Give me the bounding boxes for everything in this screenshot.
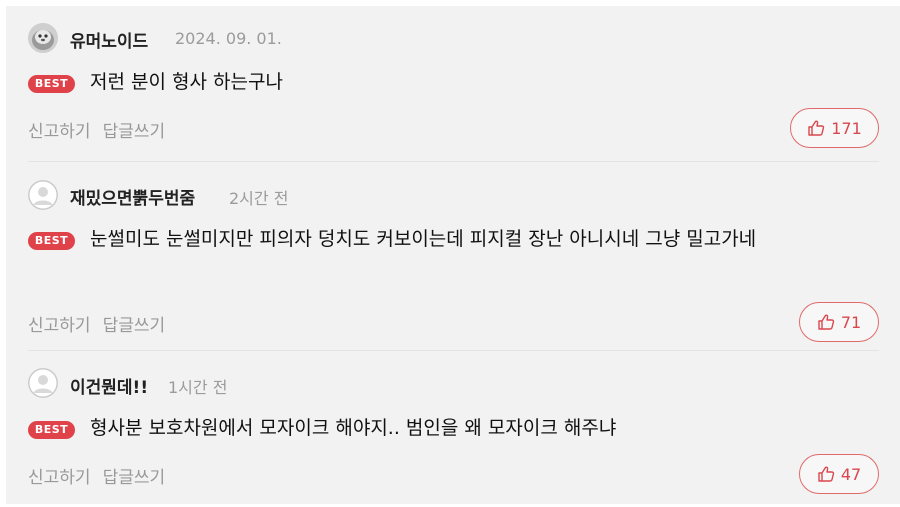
divider (28, 350, 879, 351)
comment-item: 이건뭔데!! 1시간 전 BEST 형사분 보호차원에서 모자이크 해야지.. … (6, 352, 900, 504)
divider (28, 161, 879, 162)
comment-actions: 신고하기 답글쓰기 (28, 463, 165, 488)
comment-item: 재밌으면뿕두번줌 2시간 전 BEST 눈썰미도 눈썰미지만 피의자 덩치도 커… (6, 164, 900, 352)
report-link[interactable]: 신고하기 (28, 316, 91, 336)
seal-photo-avatar-icon (28, 23, 58, 53)
reply-link[interactable]: 답글쓰기 (103, 468, 166, 488)
comment-item: 유머노이드 2024. 09. 01. BEST 저런 분이 형사 하는구나 신… (6, 6, 900, 164)
best-badge: BEST (28, 421, 75, 439)
comment-date: 2시간 전 (229, 189, 289, 208)
like-count: 47 (840, 464, 862, 484)
avatar[interactable] (28, 180, 58, 210)
report-link[interactable]: 신고하기 (28, 122, 91, 142)
comment-date: 2024. 09. 01. (175, 29, 282, 48)
comment-text: 형사분 보호차원에서 모자이크 해야지.. 범인을 왜 모자이크 해주냐 (90, 417, 617, 439)
avatar[interactable] (28, 368, 58, 398)
comment-nickname[interactable]: 재밌으면뿕두번줌 (70, 184, 195, 209)
comment-nickname[interactable]: 유머노이드 (70, 27, 148, 52)
comment-nickname[interactable]: 이건뭔데!! (70, 373, 148, 398)
comment-text: 저런 분이 형사 하는구나 (90, 71, 283, 93)
reply-link[interactable]: 답글쓰기 (103, 316, 166, 336)
like-button[interactable]: 171 (790, 108, 879, 148)
like-count: 71 (840, 312, 862, 332)
comment-text: 눈썰미도 눈썰미지만 피의자 덩치도 커보이는데 피지컬 장난 아니시네 그냥 … (90, 228, 757, 250)
default-user-icon (28, 368, 58, 398)
comment-list: 유머노이드 2024. 09. 01. BEST 저런 분이 형사 하는구나 신… (6, 6, 900, 504)
default-user-icon (28, 180, 58, 210)
report-link[interactable]: 신고하기 (28, 468, 91, 488)
like-button[interactable]: 47 (799, 454, 879, 494)
comment-date: 1시간 전 (168, 378, 228, 397)
thumbs-up-icon (808, 120, 825, 136)
comment-actions: 신고하기 답글쓰기 (28, 311, 165, 336)
reply-link[interactable]: 답글쓰기 (103, 122, 166, 142)
avatar[interactable] (28, 23, 58, 53)
thumbs-up-icon (818, 314, 834, 330)
best-badge: BEST (28, 75, 75, 93)
thumbs-up-icon (818, 466, 834, 482)
comment-actions: 신고하기 답글쓰기 (28, 117, 165, 142)
like-button[interactable]: 71 (799, 302, 879, 342)
like-count: 171 (831, 118, 862, 138)
